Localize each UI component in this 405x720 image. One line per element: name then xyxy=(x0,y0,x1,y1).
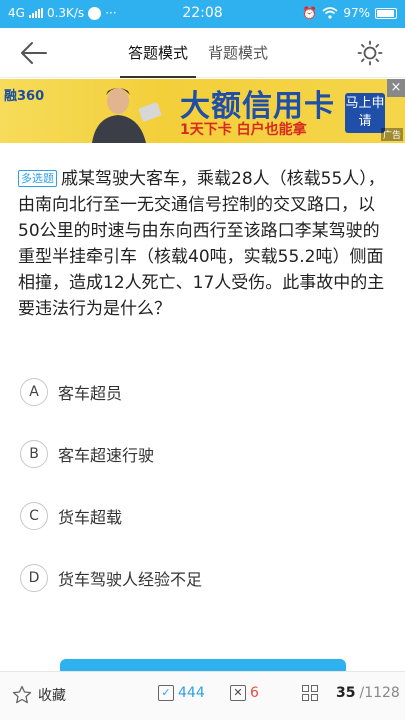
option-b[interactable]: B 客车超速行驶 xyxy=(20,439,380,469)
status-bar: 4G 0.3K/s ··· 22:08 ⏰ 97% xyxy=(0,0,405,28)
question-type-tag: 多选题 xyxy=(18,170,57,187)
tab-answer-mode[interactable]: 答题模式 xyxy=(118,28,198,78)
correct-count: 444 xyxy=(178,685,205,701)
confirm-button[interactable] xyxy=(60,659,346,671)
mode-tabs: 答题模式 背题模式 xyxy=(118,28,278,78)
tab-review-mode[interactable]: 背题模式 xyxy=(198,28,278,78)
current-question: 35 xyxy=(336,685,356,701)
ad-logo: 融360 xyxy=(4,89,45,104)
option-text: 客车超速行驶 xyxy=(58,446,155,465)
question-index-button[interactable]: 35/1128 xyxy=(302,685,400,701)
option-text: 客车超员 xyxy=(58,384,123,403)
bottom-toolbar: 收藏 ✓ 444 ✕ 6 35/1128 xyxy=(0,671,405,720)
option-c[interactable]: C 货车超载 xyxy=(20,501,380,531)
alarm-icon: ⏰ xyxy=(302,6,318,20)
favorite-button[interactable]: 收藏 xyxy=(12,685,66,705)
question-text: 戚某驾驶大客车，乘载28人（核载55人），由南向北行至一无交通信号控制的交叉路口… xyxy=(18,169,385,319)
option-text: 货车驾驶人经验不足 xyxy=(58,570,203,589)
ad-banner[interactable]: 融360 大额信用卡 1天下卡 白户也能拿 马上申请 × 广告 xyxy=(0,79,405,143)
grid-icon xyxy=(302,685,318,701)
ad-apply-button[interactable]: 马上申请 xyxy=(345,93,385,133)
question-text-block: 多选题 戚某驾驶大客车，乘载28人（核载55人），由南向北行至一无交通信号控制的交… xyxy=(18,166,390,322)
total-questions: /1128 xyxy=(359,685,400,701)
wrong-count-button[interactable]: ✕ 6 xyxy=(230,685,259,701)
wrong-count: 6 xyxy=(250,685,259,701)
sun-icon[interactable] xyxy=(357,40,383,66)
close-icon[interactable]: × xyxy=(387,79,405,97)
battery-percent: 97% xyxy=(343,6,370,20)
option-text: 货车超载 xyxy=(58,508,123,527)
wifi-icon xyxy=(322,7,338,19)
star-icon xyxy=(12,685,32,704)
ad-subtitle: 1天下卡 白户也能拿 xyxy=(180,122,307,138)
top-nav: 答题模式 背题模式 xyxy=(0,28,405,78)
status-right: ⏰ 97% xyxy=(302,6,397,20)
option-a[interactable]: A 客车超员 xyxy=(20,377,380,407)
ad-tag: 广告 xyxy=(380,128,403,141)
option-letter: C xyxy=(20,502,48,530)
option-letter: B xyxy=(20,440,48,468)
ad-person-image xyxy=(92,88,162,143)
favorite-label: 收藏 xyxy=(38,688,66,704)
option-letter: D xyxy=(20,564,48,592)
correct-count-button[interactable]: ✓ 444 xyxy=(158,685,205,701)
battery-icon xyxy=(375,7,397,19)
option-d[interactable]: D 货车驾驶人经验不足 xyxy=(20,563,380,593)
arrow-left-icon[interactable] xyxy=(18,38,50,68)
cross-icon: ✕ xyxy=(230,685,246,701)
check-icon: ✓ xyxy=(158,685,174,701)
option-letter: A xyxy=(20,378,48,406)
